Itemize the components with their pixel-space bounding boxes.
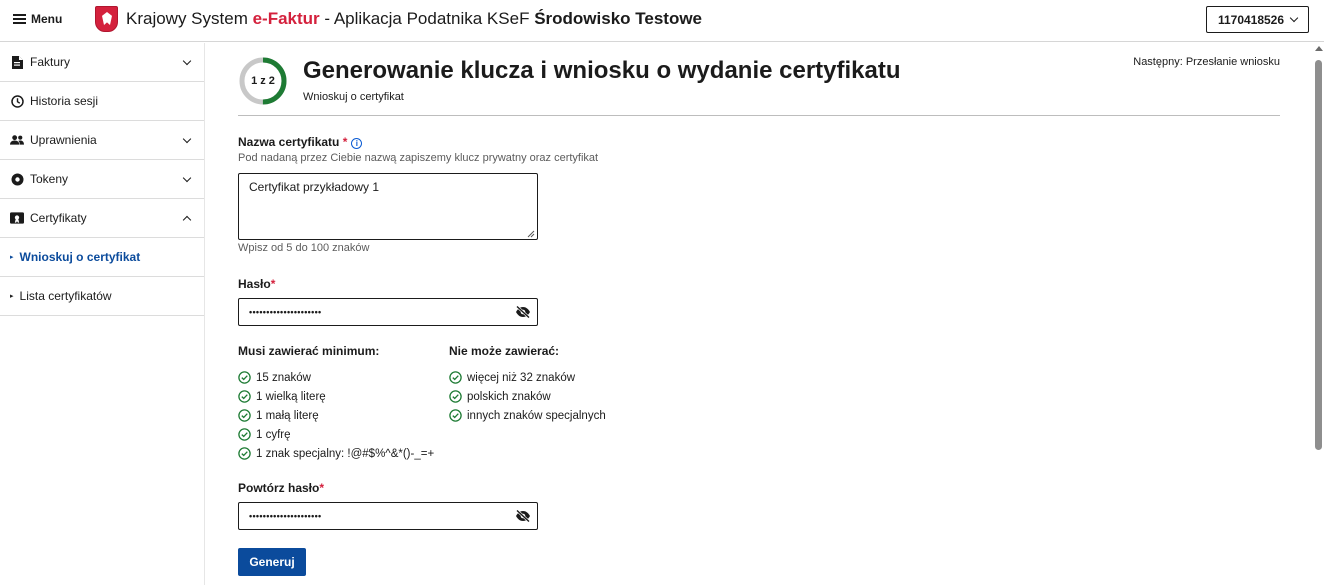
menu-button[interactable]: Menu: [13, 12, 62, 26]
eye-slash-icon[interactable]: [509, 299, 537, 325]
password-rule-text: 1 małą literę: [256, 409, 319, 422]
scrollbar-thumb[interactable]: [1315, 60, 1322, 450]
cert-name-length-hint: Wpisz od 5 do 100 znaków: [238, 242, 370, 254]
password-rule-text: 15 znaków: [256, 371, 311, 384]
cert-name-hint: Pod nadaną przez Ciebie nazwą zapiszemy …: [238, 152, 599, 164]
required-mark: *: [270, 277, 276, 291]
password-field[interactable]: •••••••••••••••••••••: [238, 298, 538, 326]
chevron-down-icon: [182, 134, 192, 143]
check-circle-icon: [238, 447, 251, 460]
title-environment: Środowisko Testowe: [534, 9, 703, 28]
top-bar: Menu Krajowy System e-Faktur - Aplikacja…: [0, 0, 1324, 42]
password-repeat-label-text: Powtórz hasło: [238, 481, 320, 495]
required-mark: *: [319, 481, 325, 495]
sidebar-item-uprawnienia[interactable]: Uprawnienia: [0, 121, 204, 160]
scroll-up-arrow-icon[interactable]: [1315, 46, 1323, 51]
sidebar-item-label: Faktury: [30, 55, 71, 69]
menu-label: Menu: [31, 12, 63, 26]
nip-context-select[interactable]: 1170418526: [1206, 6, 1309, 33]
password-rule-text: innych znaków specjalnych: [467, 409, 606, 422]
hamburger-icon: [13, 14, 26, 24]
info-icon[interactable]: i: [351, 138, 363, 149]
password-rule-text: 1 cyfrę: [256, 428, 291, 441]
generate-button[interactable]: Generuj: [238, 548, 306, 576]
page-subtitle: Wnioskuj o certyfikat: [303, 91, 404, 103]
sidebar-subitem-wnioskuj[interactable]: ▸ Wnioskuj o certyfikat: [0, 238, 204, 277]
clock-icon: [10, 94, 24, 108]
document-icon: [10, 55, 24, 69]
password-label: Hasło*: [238, 277, 275, 291]
check-circle-icon: [238, 428, 251, 441]
password-repeat-label: Powtórz hasło*: [238, 481, 324, 495]
app-title: Krajowy System e-Faktur - Aplikacja Poda…: [126, 9, 702, 29]
token-icon: [10, 172, 24, 186]
next-step-label: Następny: Przesłanie wniosku: [1133, 56, 1280, 68]
password-rule-text: więcej niż 32 znaków: [467, 371, 576, 384]
check-circle-icon: [238, 371, 251, 384]
password-repeat-field[interactable]: •••••••••••••••••••••: [238, 502, 538, 530]
password-repeat-input[interactable]: •••••••••••••••••••••: [249, 511, 509, 521]
password-rule-item: 1 wielką literę: [238, 387, 434, 406]
check-circle-icon: [449, 390, 462, 403]
check-circle-icon: [449, 409, 462, 422]
users-icon: [10, 133, 24, 147]
bullet-triangle-icon: ▸: [10, 293, 14, 300]
sidebar-item-label: Uprawnienia: [30, 133, 97, 147]
resize-grip-icon[interactable]: [527, 230, 535, 238]
password-rule-text: polskich znaków: [467, 390, 551, 403]
title-brand: e-Faktur: [252, 9, 320, 28]
header-divider: [238, 115, 1280, 116]
check-circle-icon: [238, 409, 251, 422]
password-rule-item: polskich znaków: [449, 387, 606, 406]
chevron-down-icon: [1289, 13, 1299, 23]
check-circle-icon: [449, 371, 462, 384]
cert-name-textarea[interactable]: [238, 173, 538, 240]
page-title: Generowanie klucza i wniosku o wydanie c…: [303, 57, 901, 84]
page-scrollbar[interactable]: [1313, 43, 1324, 585]
password-rules-must: Musi zawierać minimum: 15 znaków 1 wielką…: [238, 344, 434, 463]
password-rule-item: 1 znak specjalny: !@#$%^&*()-_=+: [238, 444, 434, 463]
title-prefix: Krajowy System: [126, 9, 253, 28]
rules-cannot-title: Nie może zawierać:: [449, 344, 560, 358]
sidebar-item-label: Historia sesji: [30, 94, 99, 108]
sidebar-subitem-lista[interactable]: ▸ Lista certyfikatów: [0, 277, 204, 316]
check-circle-icon: [238, 390, 251, 403]
eye-slash-icon[interactable]: [509, 503, 537, 529]
chevron-down-icon: [182, 173, 192, 182]
sidebar-item-label: Tokeny: [30, 172, 69, 186]
bullet-triangle-icon: ▸: [10, 254, 14, 261]
sidebar: Faktury Historia sesji Uprawnienia Token…: [0, 43, 205, 585]
chevron-down-icon: [182, 56, 192, 65]
password-rules-cannot: Nie może zawierać: więcej niż 32 znaków p…: [449, 344, 606, 425]
sidebar-item-label: Certyfikaty: [30, 211, 87, 225]
poland-emblem-icon: [95, 6, 118, 32]
sidebar-subitem-label: Lista certyfikatów: [19, 289, 112, 303]
certificate-icon: [10, 211, 24, 225]
sidebar-item-certyfikaty[interactable]: Certyfikaty: [0, 199, 204, 238]
password-rule-item: 1 małą literę: [238, 406, 434, 425]
rules-must-title: Musi zawierać minimum:: [238, 344, 380, 358]
sidebar-item-historia-sesji[interactable]: Historia sesji: [0, 82, 204, 121]
password-rule-text: 1 wielką literę: [256, 390, 326, 403]
password-input[interactable]: •••••••••••••••••••••: [249, 307, 509, 317]
cert-name-label-text: Nazwa certyfikatu: [238, 135, 340, 149]
password-rule-text: 1 znak specjalny: !@#$%^&*()-_=+: [256, 447, 435, 460]
password-rule-item: więcej niż 32 znaków: [449, 368, 606, 387]
cert-name-label: Nazwa certyfikatu * i: [238, 135, 363, 149]
password-rule-item: innych znaków specjalnych: [449, 406, 606, 425]
chevron-up-icon: [182, 215, 192, 224]
required-mark: *: [342, 135, 348, 149]
password-rule-item: 1 cyfrę: [238, 425, 434, 444]
password-rule-item: 15 znaków: [238, 368, 434, 387]
sidebar-item-faktury[interactable]: Faktury: [0, 43, 204, 82]
sidebar-subitem-label: Wnioskuj o certyfikat: [19, 250, 141, 264]
sidebar-item-tokeny[interactable]: Tokeny: [0, 160, 204, 199]
step-indicator: 1 z 2: [251, 75, 275, 87]
nip-value: 1170418526: [1217, 12, 1285, 27]
title-middle: - Aplikacja Podatnika KSeF: [319, 9, 535, 28]
password-label-text: Hasło: [238, 277, 271, 291]
